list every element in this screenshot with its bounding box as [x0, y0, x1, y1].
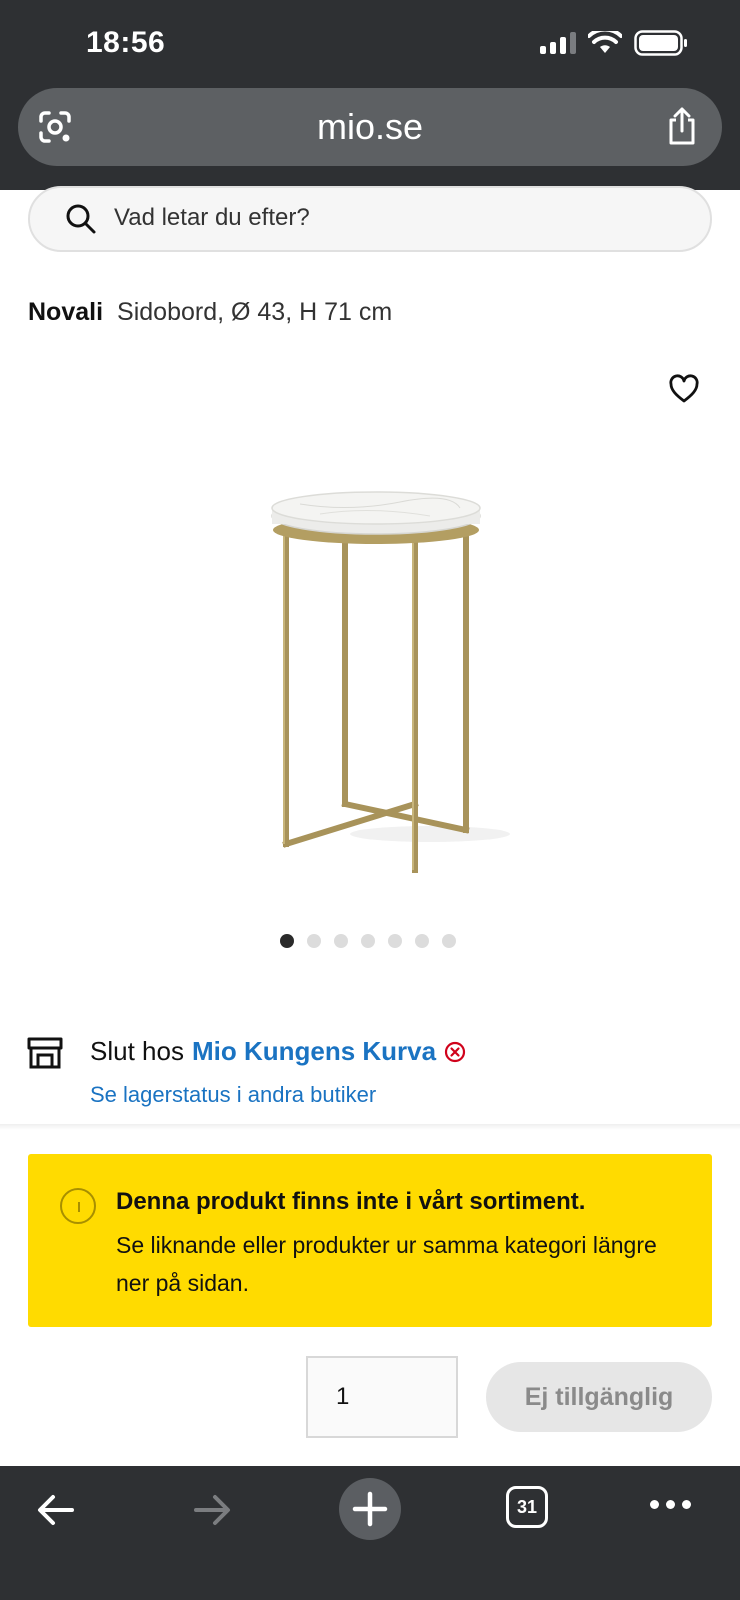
carousel-dot[interactable]: [442, 934, 456, 948]
unavailable-button[interactable]: Ej tillgänglig: [486, 1362, 712, 1432]
status-time: 18:56: [86, 26, 166, 59]
share-icon[interactable]: [666, 106, 698, 146]
notice-title: Denna produkt finns inte i vårt sortimen…: [116, 1188, 586, 1215]
cellular-signal-icon: [540, 32, 576, 54]
browser-top-chrome: 18:56 mio.se: [0, 0, 740, 190]
battery-icon: [634, 30, 687, 56]
carousel-dot[interactable]: [361, 934, 375, 948]
status-icons: [540, 30, 688, 56]
carousel-dot[interactable]: [334, 934, 348, 948]
search-bar[interactable]: Vad letar du efter?: [28, 186, 712, 252]
image-carousel-dots[interactable]: [280, 934, 456, 948]
browser-bottom-toolbar: 31: [0, 1466, 740, 1600]
product-brand: Novali: [28, 298, 104, 326]
forward-arrow-icon[interactable]: [190, 1488, 234, 1532]
out-of-stock-icon: [444, 1041, 466, 1062]
product-subtitle: Sidobord, Ø 43, H 71 cm: [117, 298, 393, 326]
store-name-link[interactable]: Mio Kungens Kurva: [192, 1036, 436, 1067]
address-bar[interactable]: mio.se: [18, 88, 722, 166]
carousel-dot[interactable]: [280, 934, 294, 948]
store-status-text: Slut hos: [90, 1036, 184, 1066]
store-availability: Slut hos Mio Kungens Kurva: [90, 1036, 466, 1067]
tab-switcher-button[interactable]: 31: [506, 1486, 548, 1528]
carousel-dot[interactable]: [415, 934, 429, 948]
url-text[interactable]: mio.se: [18, 106, 722, 148]
plus-icon: [352, 1491, 388, 1527]
panel-divider: [0, 1124, 740, 1130]
search-input[interactable]: Vad letar du efter?: [114, 204, 310, 232]
stock-status-link[interactable]: Se lagerstatus i andra butiker: [90, 1082, 376, 1108]
search-icon: [66, 204, 96, 234]
quantity-input[interactable]: [306, 1356, 458, 1438]
not-in-assortment-notice: Denna produkt finns inte i vårt sortimen…: [28, 1154, 712, 1327]
notice-body: Se liknande eller produkter ur samma kat…: [116, 1232, 657, 1296]
info-icon: [60, 1188, 96, 1224]
product-image[interactable]: [260, 490, 520, 890]
new-tab-button[interactable]: [339, 1478, 401, 1540]
more-menu-icon[interactable]: [650, 1500, 691, 1509]
heart-icon[interactable]: [668, 374, 700, 404]
product-title: Novali Sidobord, Ø 43, H 71 cm: [28, 298, 392, 327]
wifi-icon: [588, 31, 622, 53]
carousel-dot[interactable]: [307, 934, 321, 948]
store-icon: [27, 1037, 63, 1069]
carousel-dot[interactable]: [388, 934, 402, 948]
back-arrow-icon[interactable]: [34, 1488, 78, 1532]
